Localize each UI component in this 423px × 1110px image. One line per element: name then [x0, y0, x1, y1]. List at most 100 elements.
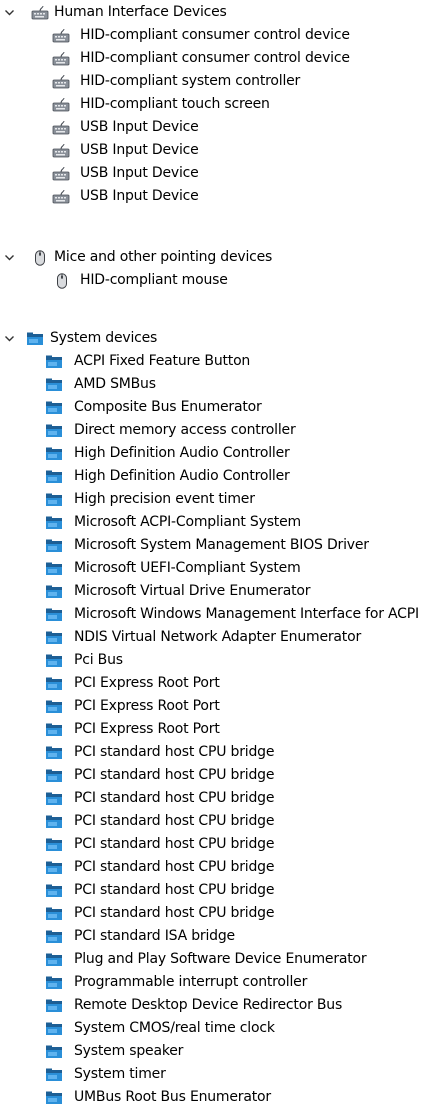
device-item-label: Microsoft ACPI-Compliant System	[74, 514, 301, 530]
device-item[interactable]: High Definition Audio Controller	[0, 442, 423, 465]
device-item[interactable]: HID-compliant system controller	[0, 70, 423, 93]
device-item[interactable]: Plug and Play Software Device Enumerator	[0, 948, 423, 971]
device-item-label: High Definition Audio Controller	[74, 445, 290, 461]
device-item-label: Microsoft UEFI-Compliant System	[74, 560, 301, 576]
device-item-label: USB Input Device	[80, 165, 199, 181]
device-item[interactable]: AMD SMBus	[0, 373, 423, 396]
hid-keyboard-icon	[52, 143, 70, 158]
device-item[interactable]: UMBus Root Bus Enumerator	[0, 1086, 423, 1109]
device-item[interactable]: PCI standard host CPU bridge	[0, 902, 423, 925]
system-device-icon	[46, 378, 62, 391]
device-item-label: PCI standard ISA bridge	[74, 928, 235, 944]
device-item[interactable]: Remote Desktop Device Redirector Bus	[0, 994, 423, 1017]
device-item[interactable]: Composite Bus Enumerator	[0, 396, 423, 419]
device-item[interactable]: Microsoft ACPI-Compliant System	[0, 511, 423, 534]
device-item[interactable]: Pci Bus	[0, 649, 423, 672]
device-item[interactable]: USB Input Device	[0, 162, 423, 185]
device-item-label: System speaker	[74, 1043, 184, 1059]
device-item[interactable]: Microsoft Virtual Drive Enumerator	[0, 580, 423, 603]
system-device-folder-icon	[27, 332, 43, 345]
category-human-interface-devices[interactable]: Human Interface Devices	[0, 1, 423, 24]
system-device-icon	[46, 769, 62, 782]
category-label: Human Interface Devices	[54, 4, 227, 20]
mice-children-list: HID-compliant mouse	[0, 269, 423, 292]
category-mice-and-pointing-devices[interactable]: Mice and other pointing devices	[0, 246, 423, 269]
device-item[interactable]: USB Input Device	[0, 139, 423, 162]
device-item[interactable]: PCI standard host CPU bridge	[0, 879, 423, 902]
device-item[interactable]: PCI Express Root Port	[0, 718, 423, 741]
device-item-label: HID-compliant consumer control device	[80, 50, 350, 66]
chevron-down-icon[interactable]	[4, 252, 15, 263]
device-item-label: System timer	[74, 1066, 166, 1082]
device-item[interactable]: PCI standard host CPU bridge	[0, 833, 423, 856]
system-device-icon	[46, 700, 62, 713]
system-device-icon	[46, 930, 62, 943]
device-item[interactable]: USB Input Device	[0, 185, 423, 208]
device-item[interactable]: PCI standard host CPU bridge	[0, 810, 423, 833]
system-device-icon	[46, 1045, 62, 1058]
device-item[interactable]: System CMOS/real time clock	[0, 1017, 423, 1040]
device-item[interactable]: PCI standard ISA bridge	[0, 925, 423, 948]
device-item[interactable]: HID-compliant touch screen	[0, 93, 423, 116]
device-item-label: AMD SMBus	[74, 376, 156, 392]
device-item-label: PCI standard host CPU bridge	[74, 813, 275, 829]
device-item[interactable]: High Definition Audio Controller	[0, 465, 423, 488]
device-item-label: PCI standard host CPU bridge	[74, 744, 275, 760]
system-device-icon	[46, 976, 62, 989]
device-item-label: Pci Bus	[74, 652, 123, 668]
device-item[interactable]: Programmable interrupt controller	[0, 971, 423, 994]
system-device-icon	[46, 516, 62, 529]
device-item-label: PCI Express Root Port	[74, 675, 220, 691]
system-device-icon	[46, 447, 62, 460]
system-device-icon	[46, 493, 62, 506]
device-item-label: High precision event timer	[74, 491, 255, 507]
device-item-label: USB Input Device	[80, 119, 199, 135]
device-item[interactable]: Microsoft System Management BIOS Driver	[0, 534, 423, 557]
device-item[interactable]: HID-compliant consumer control device	[0, 47, 423, 70]
device-item[interactable]: PCI Express Root Port	[0, 695, 423, 718]
device-item[interactable]: ACPI Fixed Feature Button	[0, 350, 423, 373]
system-device-icon	[46, 815, 62, 828]
device-item[interactable]: HID-compliant consumer control device	[0, 24, 423, 47]
device-item[interactable]: USB Input Device	[0, 116, 423, 139]
device-item[interactable]: Direct memory access controller	[0, 419, 423, 442]
device-item[interactable]: PCI standard host CPU bridge	[0, 856, 423, 879]
device-item[interactable]: Microsoft Windows Management Interface f…	[0, 603, 423, 626]
device-item[interactable]: PCI standard host CPU bridge	[0, 764, 423, 787]
device-item-label: Microsoft Windows Management Interface f…	[74, 606, 419, 622]
device-item-label: HID-compliant system controller	[80, 73, 301, 89]
device-item[interactable]: High precision event timer	[0, 488, 423, 511]
device-item-label: High Definition Audio Controller	[74, 468, 290, 484]
system-device-icon	[46, 1022, 62, 1035]
group-system-devices: System devices ACPI Fixed Feature Button…	[0, 327, 423, 1109]
hid-keyboard-icon	[52, 97, 70, 112]
device-item-label: Remote Desktop Device Redirector Bus	[74, 997, 343, 1013]
device-item[interactable]: PCI Express Root Port	[0, 672, 423, 695]
device-item[interactable]: HID-compliant mouse	[0, 269, 423, 292]
category-system-devices[interactable]: System devices	[0, 327, 423, 350]
hid-keyboard-icon	[52, 120, 70, 135]
device-item-label: PCI Express Root Port	[74, 698, 220, 714]
system-device-icon	[46, 1091, 62, 1104]
device-item[interactable]: NDIS Virtual Network Adapter Enumerator	[0, 626, 423, 649]
device-item[interactable]: PCI standard host CPU bridge	[0, 741, 423, 764]
device-item[interactable]: System timer	[0, 1063, 423, 1086]
system-device-icon	[46, 585, 62, 598]
system-device-icon	[46, 470, 62, 483]
device-item[interactable]: PCI standard host CPU bridge	[0, 787, 423, 810]
system-device-icon	[46, 608, 62, 621]
system-device-icon	[46, 838, 62, 851]
device-item[interactable]: Microsoft UEFI-Compliant System	[0, 557, 423, 580]
device-item-label: PCI standard host CPU bridge	[74, 905, 275, 921]
chevron-down-icon[interactable]	[4, 7, 15, 18]
device-item[interactable]: System speaker	[0, 1040, 423, 1063]
system-device-icon	[46, 723, 62, 736]
system-device-icon	[46, 792, 62, 805]
group-mice: Mice and other pointing devices HID-comp…	[0, 246, 423, 292]
system-device-icon	[46, 884, 62, 897]
system-children-list: ACPI Fixed Feature Button AMD SMBus Compos…	[0, 350, 423, 1109]
chevron-down-icon[interactable]	[4, 333, 15, 344]
device-item-label: ACPI Fixed Feature Button	[74, 353, 251, 369]
system-device-icon	[46, 654, 62, 667]
mouse-icon	[35, 250, 45, 266]
